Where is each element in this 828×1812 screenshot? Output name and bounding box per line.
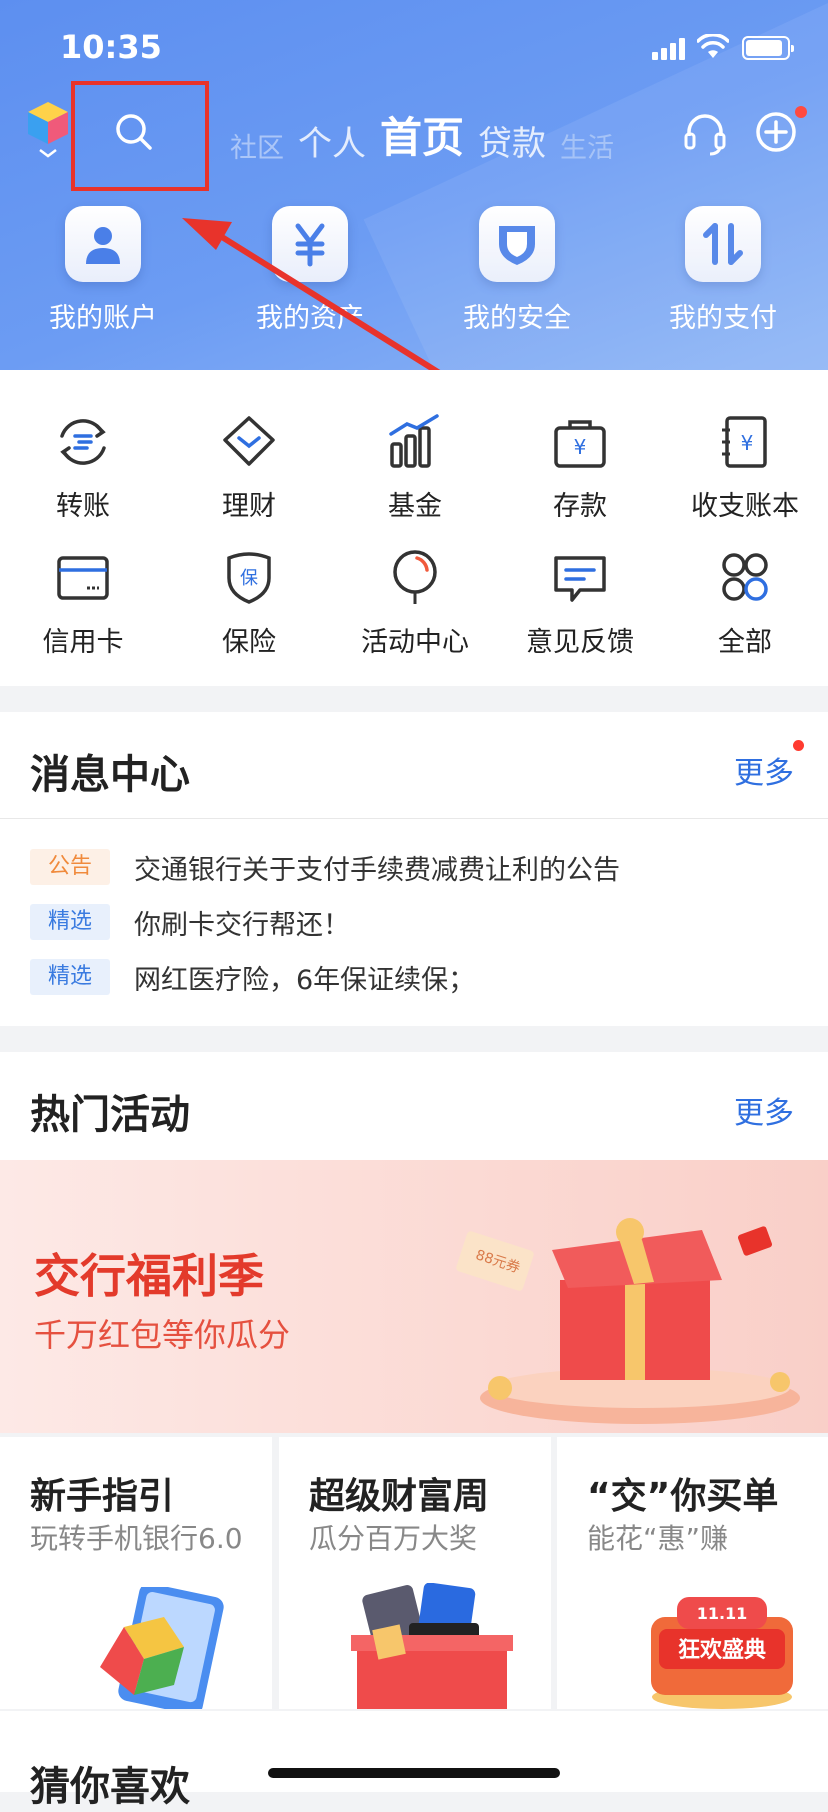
quick-my-payment-label: 我的支付 bbox=[669, 303, 777, 334]
yuan-icon bbox=[272, 206, 348, 282]
promo-card-subtitle: 玩转手机银行6.0 bbox=[30, 1522, 243, 1555]
service-label: 保险 bbox=[222, 627, 276, 658]
message-center-title: 消息中心 bbox=[30, 752, 190, 798]
service-label: 收支账本 bbox=[691, 491, 799, 522]
service-label: 意见反馈 bbox=[526, 627, 634, 658]
double-eleven-badge-illustration: 11.11 狂欢盛典 bbox=[651, 1597, 793, 1709]
message-text: 网红医疗险，6年保证续保； bbox=[134, 964, 476, 996]
service-label: 基金 bbox=[388, 491, 442, 522]
quick-my-account-label: 我的账户 bbox=[49, 303, 157, 334]
cellular-signal-icon bbox=[652, 38, 688, 60]
service-feedback[interactable]: 意见反馈 bbox=[497, 550, 663, 659]
service-label: 转账 bbox=[56, 491, 110, 522]
annotation-highlight-box bbox=[71, 81, 209, 191]
badge-date: 11.11 bbox=[697, 1604, 748, 1623]
wifi-icon bbox=[697, 34, 729, 58]
balloon-icon bbox=[393, 550, 437, 604]
promo-card-title: 新手指引 bbox=[30, 1476, 175, 1517]
promo-card-subtitle: 瓜分百万大奖 bbox=[309, 1522, 478, 1555]
app-logo-icon[interactable] bbox=[26, 100, 70, 160]
quick-my-payment[interactable]: 我的支付 bbox=[648, 206, 798, 335]
message-text: 交通银行关于支付手续费减费让利的公告 bbox=[134, 854, 620, 886]
transfer-arrows-icon bbox=[685, 206, 761, 282]
deposit-bag-icon: ¥ bbox=[554, 420, 606, 468]
transfer-icon bbox=[60, 419, 106, 465]
phone-cube-illustration bbox=[100, 1587, 224, 1709]
ledger-icon: ¥ bbox=[722, 416, 767, 468]
add-icon[interactable] bbox=[754, 110, 798, 154]
svg-text:¥: ¥ bbox=[574, 435, 587, 459]
promo-card-wealth-week[interactable]: 超级财富周 瓜分百万大奖 bbox=[279, 1437, 551, 1709]
service-grid: 转账 理财 基金 ¥ 存款 ¥ 收支账本 信用卡 保 保险 活动中心 意见反馈 … bbox=[0, 370, 828, 686]
insurance-shield-icon: 保 bbox=[227, 552, 271, 604]
promo-banner[interactable]: 交行福利季 千万红包等你瓜分 88元券 bbox=[0, 1160, 828, 1433]
quick-my-assets[interactable]: 我的资产 bbox=[235, 206, 385, 335]
promo-banner-title: 交行福利季 bbox=[34, 1249, 264, 1303]
service-label: 信用卡 bbox=[42, 627, 124, 658]
tab-home[interactable]: 首页 bbox=[380, 104, 464, 165]
svg-text:¥: ¥ bbox=[741, 431, 754, 455]
promo-card-title: 超级财富周 bbox=[309, 1476, 490, 1517]
credit-card-icon bbox=[57, 556, 109, 600]
quick-my-assets-label: 我的资产 bbox=[256, 303, 364, 334]
user-icon bbox=[65, 206, 141, 282]
hot-activities-title: 热门活动 bbox=[30, 1092, 190, 1138]
divider bbox=[0, 818, 828, 819]
message-item[interactable]: 精选 网红医疗险，6年保证续保； bbox=[30, 958, 475, 996]
feedback-icon bbox=[554, 556, 606, 602]
svg-text:保: 保 bbox=[240, 568, 258, 589]
promo-card-newbie-guide[interactable]: 新手指引 玩转手机银行6.0 bbox=[0, 1437, 272, 1709]
message-center-more-link[interactable]: 更多 bbox=[734, 748, 794, 792]
prize-box-illustration bbox=[351, 1583, 513, 1709]
service-fund[interactable]: 基金 bbox=[332, 414, 498, 523]
tab-personal[interactable]: 个人 bbox=[298, 116, 366, 165]
message-unread-dot bbox=[793, 740, 804, 751]
quick-my-account[interactable]: 我的账户 bbox=[28, 206, 178, 335]
service-activity-center[interactable]: 活动中心 bbox=[332, 550, 498, 659]
service-all[interactable]: 全部 bbox=[662, 550, 828, 659]
featured-badge: 精选 bbox=[30, 959, 110, 995]
service-transfer[interactable]: 转账 bbox=[0, 414, 166, 523]
message-text: 你刷卡交行帮还！ bbox=[134, 909, 350, 941]
shield-icon bbox=[479, 206, 555, 282]
tab-loan[interactable]: 贷款 bbox=[478, 116, 546, 165]
message-item[interactable]: 公告 交通银行关于支付手续费减费让利的公告 bbox=[30, 848, 620, 886]
grid-icon bbox=[722, 553, 768, 601]
announcement-badge: 公告 bbox=[30, 849, 110, 885]
headset-icon[interactable] bbox=[682, 110, 728, 156]
hot-activities-more-link[interactable]: 更多 bbox=[734, 1088, 794, 1132]
promo-card-title: “交”你买单 bbox=[587, 1476, 779, 1517]
tab-life[interactable]: 生活 bbox=[560, 126, 614, 165]
quick-my-security[interactable]: 我的安全 bbox=[442, 206, 592, 335]
gift-box-illustration: 88元券 bbox=[456, 1218, 800, 1424]
promo-card-pay-for-you[interactable]: “交”你买单 能花“惠”赚 11.11 狂欢盛典 bbox=[557, 1437, 828, 1709]
battery-icon bbox=[742, 36, 794, 60]
service-label: 全部 bbox=[718, 627, 772, 658]
message-item[interactable]: 精选 你刷卡交行帮还！ bbox=[30, 903, 350, 941]
status-time: 10:35 bbox=[60, 28, 162, 66]
quick-my-security-label: 我的安全 bbox=[463, 303, 571, 334]
service-deposit[interactable]: ¥ 存款 bbox=[497, 414, 663, 523]
badge-title: 狂欢盛典 bbox=[678, 1637, 766, 1663]
service-label: 存款 bbox=[553, 491, 607, 522]
home-indicator bbox=[268, 1768, 560, 1778]
recommend-section: 猜你喜欢 bbox=[0, 1711, 828, 1810]
top-tabs: 社区 个人 首页 贷款 生活 bbox=[230, 105, 628, 165]
service-credit-card[interactable]: 信用卡 bbox=[0, 550, 166, 659]
notification-dot bbox=[795, 106, 807, 118]
promo-banner-subtitle: 千万红包等你瓜分 bbox=[34, 1316, 291, 1354]
service-wealth[interactable]: 理财 bbox=[166, 414, 332, 523]
service-ledger[interactable]: ¥ 收支账本 bbox=[662, 414, 828, 523]
message-center-card: 消息中心 更多 公告 交通银行关于支付手续费减费让利的公告 精选 你刷卡交行帮还… bbox=[0, 712, 828, 1026]
service-label: 理财 bbox=[222, 491, 276, 522]
promo-card-subtitle: 能花“惠”赚 bbox=[587, 1522, 729, 1555]
tab-community[interactable]: 社区 bbox=[230, 126, 284, 165]
recommend-title: 猜你喜欢 bbox=[30, 1764, 190, 1810]
service-insurance[interactable]: 保 保险 bbox=[166, 550, 332, 659]
featured-badge: 精选 bbox=[30, 904, 110, 940]
diamond-icon bbox=[223, 416, 275, 466]
bar-chart-icon bbox=[389, 414, 439, 468]
service-label: 活动中心 bbox=[361, 627, 469, 658]
hot-activities-header: 热门活动 更多 bbox=[0, 1052, 828, 1160]
